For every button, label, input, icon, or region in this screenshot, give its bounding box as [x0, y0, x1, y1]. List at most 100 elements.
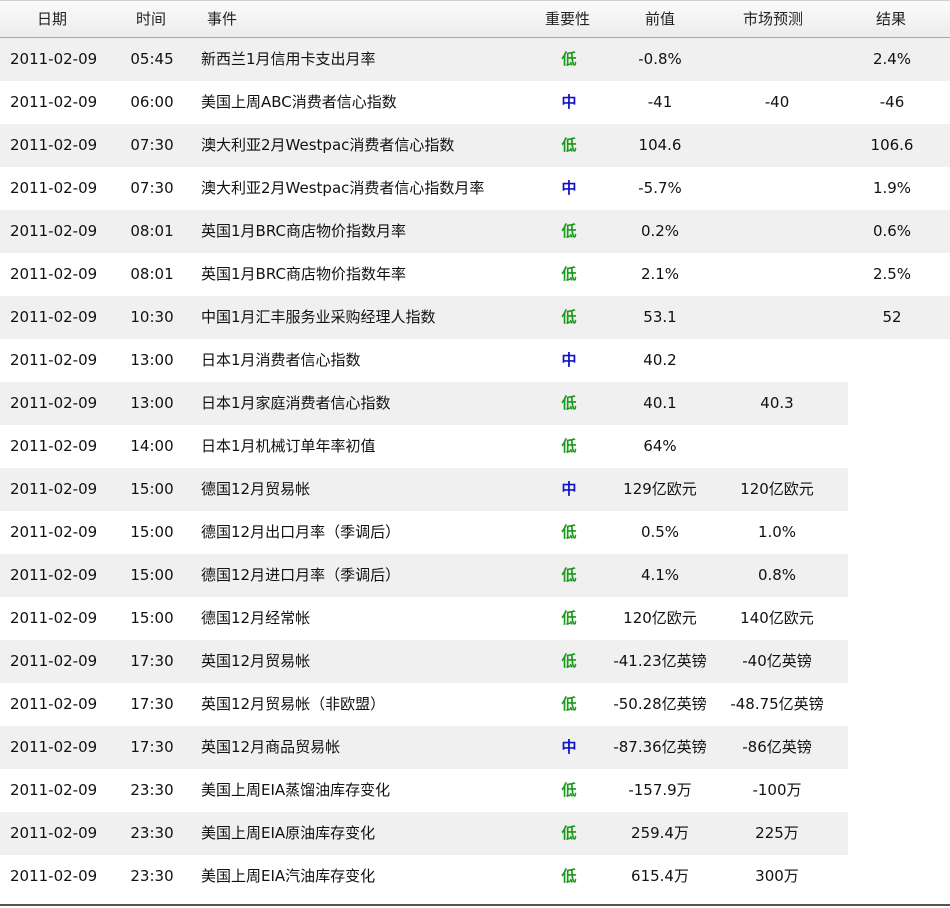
previous-value: -41.23亿英镑 [613, 652, 707, 670]
table-row[interactable]: 2011-02-09 17:30 英国12月贸易帐 低 -41.23亿英镑 -40亿英镑 [0, 640, 950, 683]
date-value: 2011-02-09 [10, 609, 98, 627]
cell-date: 2011-02-09 [10, 855, 97, 898]
importance-value: 中 [561, 738, 577, 756]
header-event[interactable]: 事件 [207, 1, 237, 38]
header-result[interactable]: 结果 [876, 1, 906, 38]
row-shade [0, 382, 848, 425]
table-row[interactable]: 2011-02-09 15:00 德国12月经常帐 低 120亿欧元 140亿欧元 [0, 597, 950, 640]
time-value: 23:30 [130, 781, 174, 799]
event-value: 美国上周EIA蒸馏油库存变化 [201, 781, 391, 799]
event-value: 日本1月家庭消费者信心指数 [201, 394, 391, 412]
row-shade [0, 640, 848, 683]
time-value: 07:30 [130, 179, 174, 197]
table-row[interactable]: 2011-02-09 15:00 德国12月贸易帐 中 129亿欧元 120亿欧元 [0, 468, 950, 511]
time-value: 14:00 [130, 437, 174, 455]
time-value: 10:30 [130, 308, 174, 326]
cell-event: 德国12月出口月率（季调后） [201, 511, 400, 554]
cell-event: 德国12月经常帐 [201, 597, 310, 640]
table-row[interactable]: 2011-02-09 06:00 美国上周ABC消费者信心指数 中 -41 -40 -46 [0, 81, 950, 124]
date-value: 2011-02-09 [10, 179, 98, 197]
date-value: 2011-02-09 [10, 222, 98, 240]
table-row[interactable]: 2011-02-09 10:30 中国1月汇丰服务业采购经理人指数 低 53.1 52 [0, 296, 950, 339]
importance-value: 低 [561, 136, 577, 154]
time-value: 15:00 [130, 609, 174, 627]
cell-date: 2011-02-09 [10, 382, 97, 425]
cell-event: 德国12月进口月率（季调后） [201, 554, 400, 597]
previous-value: 64% [643, 437, 677, 455]
table-row[interactable]: 2011-02-09 15:00 德国12月出口月率（季调后） 低 0.5% 1.0% [0, 511, 950, 554]
importance-value: 低 [561, 437, 577, 455]
header-date[interactable]: 日期 [37, 1, 67, 38]
forecast-value: 0.8% [757, 566, 797, 584]
forecast-value: 140亿欧元 [740, 609, 814, 627]
header-time[interactable]: 时间 [136, 1, 166, 38]
row-shade [0, 554, 848, 597]
previous-value: 0.5% [640, 523, 680, 541]
cell-date: 2011-02-09 [10, 124, 97, 167]
header-forecast[interactable]: 市场预测 [743, 1, 803, 38]
event-value: 英国12月商品贸易帐 [201, 738, 341, 756]
event-value: 英国1月BRC商店物价指数年率 [201, 265, 406, 283]
previous-value: 40.1 [643, 394, 677, 412]
result-value: 1.9% [872, 179, 912, 197]
importance-value: 低 [561, 867, 577, 885]
row-shade [0, 468, 848, 511]
cell-date: 2011-02-09 [10, 167, 97, 210]
date-value: 2011-02-09 [10, 738, 98, 756]
table-row[interactable]: 2011-02-09 07:30 澳大利亚2月Westpac消费者信心指数 低 104.… [0, 124, 950, 167]
table-row[interactable]: 2011-02-09 14:00 日本1月机械订单年率初值 低 64% [0, 425, 950, 468]
cell-date: 2011-02-09 [10, 81, 97, 124]
cell-event: 英国12月贸易帐（非欧盟） [201, 683, 385, 726]
result-value: 52 [882, 308, 902, 326]
table-row[interactable]: 2011-02-09 08:01 英国1月BRC商店物价指数年率 低 2.1% 2.5% [0, 253, 950, 296]
previous-value: 104.6 [638, 136, 682, 154]
importance-value: 中 [561, 93, 577, 111]
cell-date: 2011-02-09 [10, 726, 97, 769]
event-value: 日本1月消费者信心指数 [201, 351, 361, 369]
table-row[interactable]: 2011-02-09 07:30 澳大利亚2月Westpac消费者信心指数月率 中 -5… [0, 167, 950, 210]
previous-value: 40.2 [643, 351, 677, 369]
table-row[interactable]: 2011-02-09 17:30 英国12月商品贸易帐 中 -87.36亿英镑 -86亿英… [0, 726, 950, 769]
event-value: 日本1月机械订单年率初值 [201, 437, 376, 455]
cell-event: 日本1月机械订单年率初值 [201, 425, 376, 468]
cell-event: 美国上周EIA蒸馏油库存变化 [201, 769, 390, 812]
time-value: 15:00 [130, 480, 174, 498]
table-row[interactable]: 2011-02-09 23:30 美国上周EIA原油库存变化 低 259.4万 225万 [0, 812, 950, 855]
time-value: 23:30 [130, 824, 174, 842]
date-value: 2011-02-09 [10, 308, 98, 326]
time-value: 23:30 [130, 867, 174, 885]
cell-event: 澳大利亚2月Westpac消费者信心指数 [201, 124, 454, 167]
importance-value: 中 [561, 179, 577, 197]
result-value: 106.6 [870, 136, 914, 154]
date-value: 2011-02-09 [10, 566, 98, 584]
cell-date: 2011-02-09 [10, 210, 97, 253]
cell-event: 英国1月BRC商店物价指数年率 [201, 253, 406, 296]
time-value: 08:01 [130, 222, 174, 240]
table-row[interactable]: 2011-02-09 23:30 美国上周EIA蒸馏油库存变化 低 -157.9万 -10… [0, 769, 950, 812]
forecast-value: 225万 [755, 824, 799, 842]
table-row[interactable]: 2011-02-09 17:30 英国12月贸易帐（非欧盟） 低 -50.28亿英镑 -4… [0, 683, 950, 726]
previous-value: -87.36亿英镑 [613, 738, 707, 756]
time-value: 08:01 [130, 265, 174, 283]
date-value: 2011-02-09 [10, 136, 98, 154]
table-row[interactable]: 2011-02-09 13:00 日本1月家庭消费者信心指数 低 40.1 40.3 [0, 382, 950, 425]
table-row[interactable]: 2011-02-09 13:00 日本1月消费者信心指数 中 40.2 [0, 339, 950, 382]
event-value: 德国12月进口月率（季调后） [201, 566, 401, 584]
cell-date: 2011-02-09 [10, 425, 97, 468]
cell-date: 2011-02-09 [10, 597, 97, 640]
header-previous[interactable]: 前值 [645, 1, 675, 38]
date-value: 2011-02-09 [10, 50, 98, 68]
date-value: 2011-02-09 [10, 523, 98, 541]
table-row[interactable]: 2011-02-09 15:00 德国12月进口月率（季调后） 低 4.1% 0.8% [0, 554, 950, 597]
event-value: 德国12月经常帐 [201, 609, 311, 627]
table-row[interactable]: 2011-02-09 05:45 新西兰1月信用卡支出月率 低 -0.8% 2.4% [0, 38, 950, 81]
header-importance[interactable]: 重要性 [545, 1, 590, 38]
table-row[interactable]: 2011-02-09 08:01 英国1月BRC商店物价指数月率 低 0.2% 0.6% [0, 210, 950, 253]
previous-value: 4.1% [640, 566, 680, 584]
forecast-value: 300万 [755, 867, 799, 885]
previous-value: -5.7% [638, 179, 682, 197]
table-row[interactable]: 2011-02-09 23:30 美国上周EIA汽油库存变化 低 615.4万 300万 [0, 855, 950, 898]
event-value: 美国上周ABC消费者信心指数 [201, 93, 397, 111]
importance-value: 低 [561, 394, 577, 412]
table-header: 日期 时间 事件 重要性 前值 市场预测 结果 [0, 0, 950, 38]
